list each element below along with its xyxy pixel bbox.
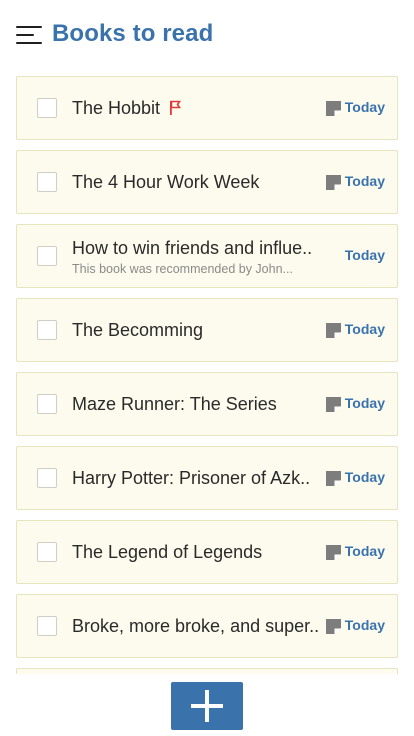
page-title: Books to read bbox=[52, 20, 214, 47]
task-title: The Hobbit bbox=[72, 98, 161, 118]
note-icon bbox=[326, 545, 341, 560]
due-date: Today bbox=[344, 99, 385, 115]
task-checkbox[interactable] bbox=[37, 468, 57, 488]
note-icon bbox=[326, 397, 341, 412]
task-title: How to win friends and influe.. bbox=[72, 238, 313, 258]
due-date: Today bbox=[344, 173, 385, 189]
task-item[interactable]: The Becomming Today bbox=[16, 298, 398, 362]
task-checkbox[interactable] bbox=[37, 172, 57, 192]
task-title: The Legend of Legends bbox=[72, 542, 263, 562]
hamburger-menu-icon[interactable] bbox=[16, 26, 42, 45]
task-title: The 4 Hour Work Week bbox=[72, 172, 260, 192]
task-title: The Becomming bbox=[72, 320, 204, 340]
due-date: Today bbox=[344, 395, 385, 411]
task-item[interactable]: The Legend of Legends Today bbox=[16, 520, 398, 584]
task-item-partial[interactable] bbox=[16, 668, 398, 674]
add-task-button[interactable] bbox=[171, 682, 243, 730]
note-icon bbox=[326, 101, 341, 116]
task-item[interactable]: Harry Potter: Prisoner of Azk.. Today bbox=[16, 446, 398, 510]
task-item[interactable]: The 4 Hour Work Week Today bbox=[16, 150, 398, 214]
task-title: Broke, more broke, and super.. bbox=[72, 616, 320, 636]
due-date: Today bbox=[344, 543, 385, 559]
note-icon bbox=[326, 323, 341, 338]
task-item[interactable]: How to win friends and influe.. This boo… bbox=[16, 224, 398, 288]
due-date: Today bbox=[344, 321, 385, 337]
task-checkbox[interactable] bbox=[37, 98, 57, 118]
task-list[interactable]: The Hobbit Today The 4 Hour Work Week To… bbox=[16, 76, 398, 674]
task-checkbox[interactable] bbox=[37, 616, 57, 636]
task-item[interactable]: Broke, more broke, and super.. Today bbox=[16, 594, 398, 658]
due-date: Today bbox=[344, 247, 385, 263]
task-title: Harry Potter: Prisoner of Azk.. bbox=[72, 468, 311, 488]
note-icon bbox=[326, 471, 341, 486]
note-icon bbox=[326, 619, 341, 634]
task-checkbox[interactable] bbox=[37, 320, 57, 340]
note-icon bbox=[326, 175, 341, 190]
app-header: Books to read bbox=[0, 0, 414, 70]
task-item[interactable]: Maze Runner: The Series Today bbox=[16, 372, 398, 436]
task-note: This book was recommended by John... bbox=[72, 262, 293, 276]
due-date: Today bbox=[344, 617, 385, 633]
task-item[interactable]: The Hobbit Today bbox=[16, 76, 398, 140]
due-date: Today bbox=[344, 469, 385, 485]
task-checkbox[interactable] bbox=[37, 394, 57, 414]
task-checkbox[interactable] bbox=[37, 542, 57, 562]
task-title: Maze Runner: The Series bbox=[72, 394, 277, 414]
task-checkbox[interactable] bbox=[37, 246, 57, 266]
flag-icon bbox=[170, 100, 181, 115]
